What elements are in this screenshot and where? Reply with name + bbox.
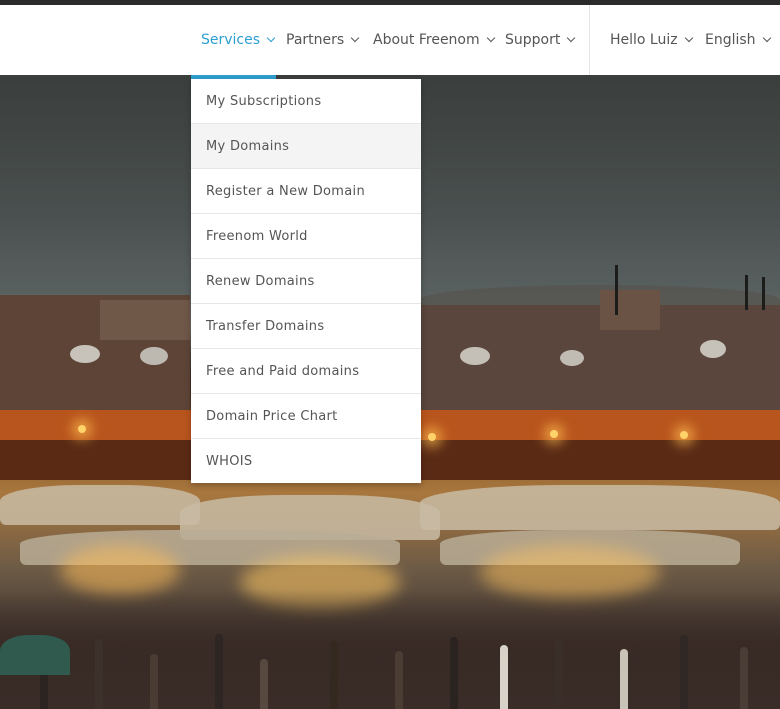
nav-user-label: Hello Luiz [610, 32, 678, 48]
menu-item-whois[interactable]: WHOIS [191, 439, 421, 483]
nav-support-label: Support [505, 32, 561, 48]
nav-partners-label: Partners [286, 32, 345, 48]
menu-item-domain-price-chart[interactable]: Domain Price Chart [191, 394, 421, 439]
nav-services-label: Services [201, 32, 261, 48]
menu-item-my-subscriptions[interactable]: My Subscriptions [191, 79, 421, 124]
menu-item-register-new-domain[interactable]: Register a New Domain [191, 169, 421, 214]
nav-services[interactable]: Services [201, 5, 276, 75]
menu-item-freenom-world[interactable]: Freenom World [191, 214, 421, 259]
menu-item-free-and-paid-domains[interactable]: Free and Paid domains [191, 349, 421, 394]
chevron-down-icon [350, 33, 360, 43]
nav-language-label: English [705, 32, 756, 48]
nav-partners[interactable]: Partners [286, 5, 360, 75]
menu-item-my-domains[interactable]: My Domains [191, 124, 421, 169]
menu-item-renew-domains[interactable]: Renew Domains [191, 259, 421, 304]
nav-divider [589, 5, 590, 75]
chevron-down-icon [567, 33, 576, 43]
main-navigation: Services Partners About Freenom Support … [0, 5, 780, 75]
nav-language[interactable]: English [705, 5, 771, 75]
services-dropdown-menu: My Subscriptions My Domains Register a N… [191, 79, 421, 483]
chevron-down-icon [266, 33, 276, 43]
chevron-down-icon [684, 33, 693, 43]
nav-about-freenom[interactable]: About Freenom [373, 5, 495, 75]
chevron-down-icon [762, 33, 771, 43]
nav-support[interactable]: Support [505, 5, 576, 75]
chevron-down-icon [486, 33, 495, 43]
nav-user-menu[interactable]: Hello Luiz [610, 5, 693, 75]
nav-about-label: About Freenom [373, 32, 480, 48]
menu-item-transfer-domains[interactable]: Transfer Domains [191, 304, 421, 349]
